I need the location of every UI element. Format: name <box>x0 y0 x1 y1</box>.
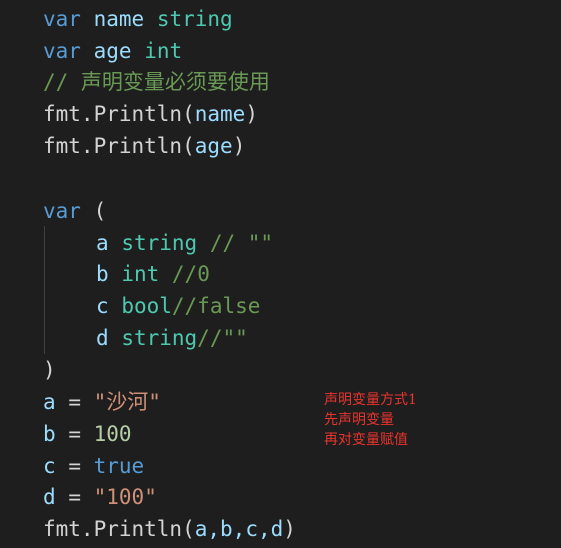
assign-operator: = <box>68 485 81 509</box>
type-name: bool <box>121 294 172 318</box>
annotation-line-2: 先声明变量 <box>324 412 394 428</box>
assign-operator: = <box>68 390 81 414</box>
code-line-11: d string//"" <box>96 322 248 354</box>
argument: age <box>194 134 233 158</box>
code-line-7: var ( <box>43 195 106 227</box>
identifier: b <box>96 262 109 286</box>
identifier: c <box>43 454 56 478</box>
code-line-8: a string // "" <box>96 227 273 259</box>
package-name: fmt. <box>43 517 94 541</box>
annotation-note: 声明变量方式1 先声明变量 再对变量赋值 <box>324 390 417 450</box>
code-line-16: d = "100" <box>43 481 157 513</box>
identifier: name <box>93 7 145 31</box>
close-paren: ) <box>232 134 246 158</box>
close-paren: ) <box>283 517 296 541</box>
open-paren: ( <box>182 102 195 126</box>
function-name: Println <box>93 134 183 158</box>
function-name: Println <box>93 517 183 541</box>
open-paren: ( <box>93 199 107 223</box>
comment: //"" <box>197 326 248 350</box>
boolean-literal: true <box>93 454 145 478</box>
package-name: fmt. <box>43 102 94 126</box>
open-paren: ( <box>182 517 195 541</box>
code-line-1: var name string <box>43 3 233 35</box>
comment: //false <box>171 294 261 318</box>
keyword-var: var <box>43 7 81 31</box>
identifier: b <box>43 422 56 446</box>
number-literal: 100 <box>93 422 132 446</box>
type-name: int <box>121 262 160 286</box>
comment: // 声明变量必须要使用 <box>43 70 270 94</box>
code-line-12: ) <box>43 354 56 386</box>
annotation-line-3: 再对变量赋值 <box>324 432 408 448</box>
identifier: d <box>43 485 56 509</box>
code-line-13: a = "沙河" <box>43 386 161 418</box>
code-line-3: // 声明变量必须要使用 <box>43 66 270 98</box>
code-line-14: b = 100 <box>43 418 132 450</box>
code-line-9: b int //0 <box>96 258 210 290</box>
code-editor[interactable]: var name string var age int // 声明变量必须要使用… <box>0 0 561 548</box>
identifier: age <box>93 39 132 63</box>
identifier: a <box>43 390 56 414</box>
type-name: string <box>121 231 198 255</box>
type-name: string <box>156 7 233 31</box>
code-line-10: c bool//false <box>96 290 260 322</box>
indent-guide <box>44 226 45 354</box>
comment: //0 <box>171 262 210 286</box>
keyword-var: var <box>43 199 81 223</box>
code-line-2: var age int <box>43 35 182 67</box>
code-line-4: fmt.Println(name) <box>43 98 258 130</box>
function-name: Println <box>93 102 183 126</box>
string-literal: "沙河" <box>93 390 161 414</box>
code-line-5: fmt.Println(age) <box>43 130 245 162</box>
argument: name <box>194 102 246 126</box>
keyword-var: var <box>43 39 81 63</box>
identifier: d <box>96 326 109 350</box>
assign-operator: = <box>68 454 81 478</box>
open-paren: ( <box>182 134 195 158</box>
type-name: string <box>121 326 198 350</box>
assign-operator: = <box>68 422 81 446</box>
close-paren: ) <box>245 102 258 126</box>
code-line-17: fmt.Println(a,b,c,d) <box>43 513 296 545</box>
identifier: c <box>96 294 109 318</box>
comment: // "" <box>209 231 274 255</box>
code-line-15: c = true <box>43 450 144 482</box>
argument-list: a,b,c,d <box>194 517 284 541</box>
package-name: fmt. <box>43 134 94 158</box>
close-paren: ) <box>43 358 56 382</box>
string-literal: "100" <box>93 485 157 509</box>
type-name: int <box>144 39 183 63</box>
identifier: a <box>96 231 109 255</box>
annotation-line-1: 声明变量方式1 <box>324 392 417 408</box>
